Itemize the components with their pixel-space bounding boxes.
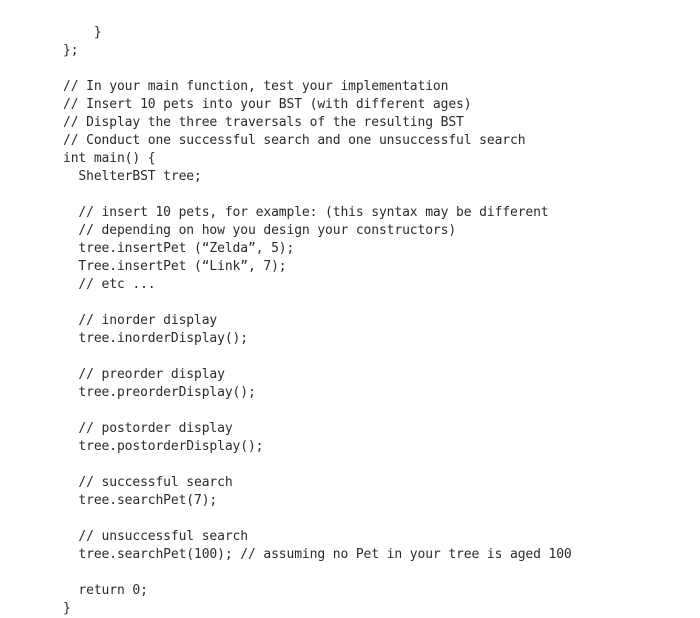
code-line: // postorder display	[63, 421, 233, 436]
code-line: tree.preorderDisplay();	[63, 385, 256, 400]
code-line: // Insert 10 pets into your BST (with di…	[63, 97, 472, 112]
code-line: // preorder display	[63, 367, 225, 382]
code-line: return 0;	[63, 583, 148, 598]
code-line: }	[63, 25, 102, 40]
code-line: // insert 10 pets, for example: (this sy…	[63, 205, 549, 220]
code-line: // etc ...	[63, 277, 156, 292]
code-line: tree.inorderDisplay();	[63, 331, 248, 346]
code-line: }	[63, 601, 71, 616]
code-line: tree.searchPet(7);	[63, 493, 218, 508]
code-line: tree.postorderDisplay();	[63, 439, 264, 454]
code-line: tree.searchPet(100); // assuming no Pet …	[63, 547, 572, 562]
code-line: Tree.insertPet (“Link”, 7);	[63, 259, 287, 274]
code-line: // Conduct one successful search and one…	[63, 133, 526, 148]
code-line: // unsuccessful search	[63, 529, 248, 544]
code-line: tree.insertPet (“Zelda”, 5);	[63, 241, 295, 256]
code-line: // depending on how you design your cons…	[63, 223, 457, 238]
code-line: // successful search	[63, 475, 233, 490]
code-line: // Display the three traversals of the r…	[63, 115, 464, 130]
code-line: // inorder display	[63, 313, 218, 328]
code-line: ShelterBST tree;	[63, 169, 202, 184]
code-listing: }}; // In your main function, test your …	[63, 24, 693, 618]
code-line: // In your main function, test your impl…	[63, 79, 449, 94]
code-line: int main() {	[63, 151, 156, 166]
code-line: };	[63, 43, 79, 58]
